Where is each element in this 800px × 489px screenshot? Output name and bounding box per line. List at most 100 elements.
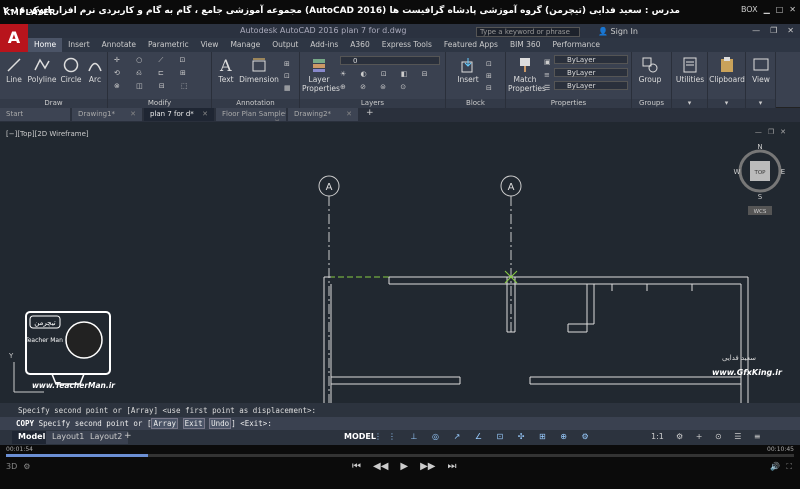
forward-icon[interactable]: ▶▶ [420, 461, 435, 472]
viewcube-s[interactable]: S [758, 193, 763, 201]
utilities-tool[interactable]: Utilities [672, 56, 708, 84]
modify-tools-row-1[interactable]: ✛ ○ ⟋ ⊡ [114, 56, 192, 65]
wcs-label[interactable]: WCS [754, 209, 767, 215]
viewport-minimize-icon[interactable]: — [755, 128, 762, 136]
new-tab-icon[interactable]: + [360, 108, 380, 122]
model-space-button[interactable]: MODEL [344, 432, 376, 441]
ribbon-tab-bim-360[interactable]: BIM 360 [504, 38, 547, 52]
viewcube-e[interactable]: E [781, 168, 785, 176]
clipboard-panel-label[interactable]: ▾ [708, 99, 745, 108]
layout-tab-layout2[interactable]: Layout2 [84, 431, 129, 444]
rewind-icon[interactable]: ◀◀ [373, 461, 388, 472]
file-tab[interactable]: plan 7 for d* ✕ [144, 108, 214, 121]
player-settings-icon[interactable]: ⚙ [23, 462, 30, 471]
layer-tools-row-2[interactable]: ⊕ ⊘ ⊜ ⊙ [340, 83, 412, 91]
clipboard-tool[interactable]: Clipboard [708, 56, 746, 84]
ribbon-tab-insert[interactable]: Insert [62, 38, 96, 52]
viewcube-top-label[interactable]: TOP [753, 170, 766, 176]
close-icon[interactable]: ✕ [787, 26, 794, 35]
properties-small-icons[interactable]: ▣ ≡ ☰ [544, 56, 551, 95]
ribbon-tab-performance[interactable]: Performance [546, 38, 606, 52]
volume-icon[interactable]: 🔊 [770, 462, 780, 472]
option-array[interactable]: Array [151, 418, 179, 429]
arc-tool[interactable]: Arc [84, 56, 106, 84]
line-tool[interactable]: Line [2, 56, 26, 84]
annotation-scale[interactable]: 1:1 [651, 432, 664, 441]
option-exit[interactable]: Exit [182, 418, 205, 429]
text-tool[interactable]: A Text [214, 56, 238, 84]
file-tab-close-icon[interactable]: ✕ [202, 110, 208, 118]
ribbon-tab-manage[interactable]: Manage [224, 38, 266, 52]
annotation-panel-label[interactable]: Annotation [212, 99, 299, 108]
match-properties-tool[interactable]: Match Properties [508, 56, 546, 93]
svg-text:A: A [219, 56, 232, 74]
add-layout-icon[interactable]: + [124, 431, 132, 441]
prev-icon[interactable]: ⏮ [352, 461, 361, 472]
layer-dropdown[interactable]: 0 [340, 56, 440, 65]
file-tab[interactable]: Drawing1* ✕ [72, 108, 142, 121]
next-icon[interactable]: ⏭ [447, 461, 456, 472]
file-tab[interactable]: Drawing2* ✕ [288, 108, 358, 121]
viewport-controls-label[interactable]: [−][Top][2D Wireframe] [6, 130, 89, 138]
box-label[interactable]: BOX [741, 5, 758, 14]
view-panel-label[interactable]: ▾ [746, 99, 775, 108]
layer-tools-row[interactable]: ☀ ◐ ⊡ ◧ ⊟ [340, 70, 434, 78]
search-input[interactable]: Type a keyword or phrase [476, 27, 580, 37]
ribbon-tab-a360[interactable]: A360 [344, 38, 375, 52]
minimize-icon[interactable]: — [752, 26, 760, 35]
seek-bar[interactable] [6, 454, 794, 457]
ribbon-tab-view[interactable]: View [195, 38, 225, 52]
file-tab-close-icon[interactable]: ✕ [346, 110, 352, 118]
drawing-canvas[interactable]: A A Y TOP N S W E WCS [0, 122, 800, 403]
viewport-close-icon[interactable]: ✕ [780, 128, 786, 136]
draw-panel-label[interactable]: Draw [0, 99, 107, 108]
restore-icon[interactable]: ❐ [770, 26, 777, 35]
polyline-tool[interactable]: Polyline [26, 56, 58, 84]
status-right-icons[interactable]: ⚙ + ⊙ ☰ ≡ [676, 432, 766, 441]
3d-icon[interactable]: 3D [6, 462, 17, 471]
utilities-panel-label[interactable]: ▾ [672, 99, 707, 108]
viewport-restore-icon[interactable]: ❐ [768, 128, 774, 136]
viewcube-n[interactable]: N [757, 143, 762, 151]
ribbon-tab-annotate[interactable]: Annotate [96, 38, 142, 52]
viewcube-w[interactable]: W [734, 168, 741, 176]
layer-properties-tool[interactable]: Layer Properties [302, 56, 340, 93]
player-maximize-icon[interactable]: □ [776, 5, 784, 14]
circle-tool[interactable]: Circle [58, 56, 84, 84]
layers-panel-label[interactable]: Layers [300, 99, 445, 108]
status-toggle-icons[interactable]: ⋮⋮ ⊥ ◎ ↗ ∠ ⊡ ✣ ⊞ ⊕ ⚙ [374, 432, 595, 441]
lineweight-dropdown[interactable]: ByLayer [554, 81, 628, 90]
ribbon-tab-featured-apps[interactable]: Featured Apps [438, 38, 504, 52]
linetype-dropdown[interactable]: ByLayer [554, 68, 628, 77]
option-undo[interactable]: Undo [209, 418, 232, 429]
ribbon-tab-home[interactable]: Home [28, 38, 63, 52]
ribbon-tab-express-tools[interactable]: Express Tools [376, 38, 438, 52]
command-line[interactable]: COPY Specify second point or [Array Exit… [0, 417, 800, 430]
ribbon-tab-output[interactable]: Output [266, 38, 304, 52]
block-panel-label[interactable]: Block [446, 99, 505, 108]
modify-tools-row-3[interactable]: ⊗ ◫ ⊟ ⬚ [114, 82, 195, 90]
file-tab-close-icon[interactable]: ✕ [130, 110, 136, 118]
insert-tool[interactable]: Insert [452, 56, 484, 84]
file-tab-close-icon[interactable]: ✕ [274, 118, 280, 121]
player-minimize-icon[interactable]: ▁ [764, 5, 770, 14]
fullscreen-icon[interactable]: ⛶ [786, 462, 792, 472]
file-tab[interactable]: Start [0, 108, 70, 121]
play-icon[interactable]: ▶ [400, 461, 408, 472]
sign-in-button[interactable]: 👤 Sign In [598, 27, 638, 36]
ribbon-tab-add-ins[interactable]: Add-ins [304, 38, 344, 52]
group-tool[interactable]: Group [634, 56, 666, 84]
modify-tools-row-2[interactable]: ⟲ ⎌ ⊏ ⊞ [114, 69, 193, 78]
player-close-icon[interactable]: ✕ [789, 5, 796, 14]
modify-panel-label[interactable]: Modify [108, 99, 211, 108]
acad-logo-icon[interactable]: A [0, 24, 28, 52]
color-dropdown[interactable]: ByLayer [554, 55, 628, 64]
file-tab[interactable]: Floor Plan Sample*✕ [216, 108, 286, 121]
ribbon-tab-parametric[interactable]: Parametric [142, 38, 195, 52]
properties-panel-label[interactable]: Properties [506, 99, 631, 108]
groups-panel-label[interactable]: Groups [632, 99, 671, 108]
annotation-small-tools[interactable]: ⊞ ⊡ ▦ [284, 58, 291, 94]
block-small-tools[interactable]: ⊡ ⊞ ⊟ [486, 58, 492, 94]
view-tool[interactable]: View [746, 56, 776, 84]
dimension-tool[interactable]: Dimension [238, 56, 280, 84]
